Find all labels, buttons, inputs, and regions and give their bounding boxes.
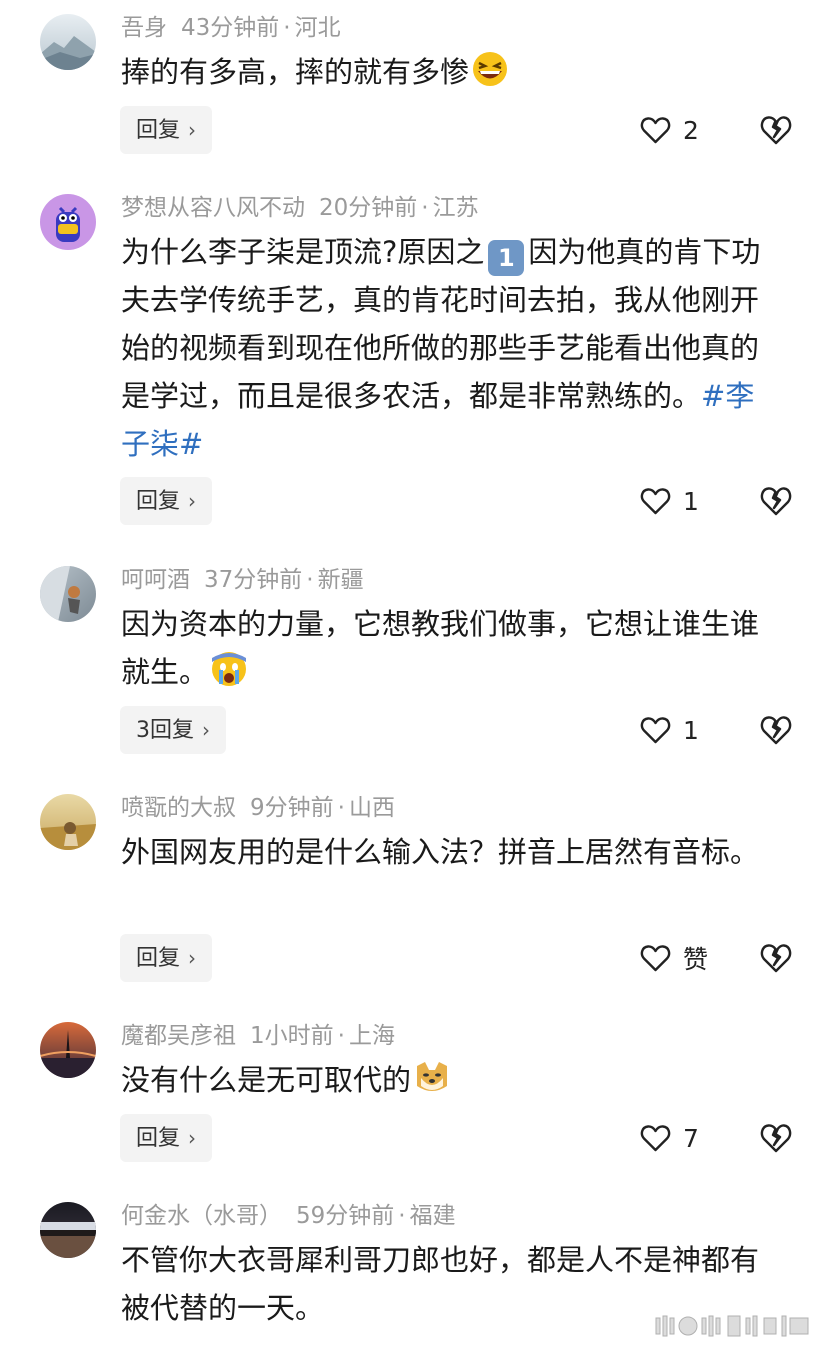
heart-icon (640, 488, 671, 515)
like-button[interactable]: 7 (640, 1114, 699, 1162)
heart-icon (640, 717, 671, 744)
timestamp: 9分钟前 (250, 795, 334, 821)
timestamp: 43分钟前 (181, 15, 280, 41)
broken-heart-icon[interactable] (760, 486, 792, 516)
username[interactable]: 梦想从容八风不动 (121, 195, 305, 221)
separator: · (421, 195, 429, 221)
reply-button[interactable]: 3回复 › (120, 706, 226, 754)
location: 上海 (348, 1023, 395, 1049)
avatar[interactable] (40, 1202, 96, 1258)
like-label: 赞 (683, 945, 709, 974)
reply-label: 回复 (136, 1126, 181, 1151)
chevron-right-icon: › (202, 718, 210, 742)
username[interactable]: 魔都吴彦祖 (121, 1023, 236, 1049)
keycap-one-emoji: 1 (488, 240, 525, 276)
avatar[interactable] (40, 14, 96, 70)
like-button[interactable]: 1 (640, 706, 699, 754)
comment-text: 外国网友用的是什么输入法？拼音上居然有音标。 (121, 828, 781, 876)
comment-body: 外国网友用的是什么输入法？拼音上居然有音标。 (121, 835, 760, 869)
location: 河北 (294, 15, 341, 41)
comment-text: 没有什么是无可取代的 (121, 1056, 781, 1104)
comment-text: 为什么李子柒是顶流?原因之 1 因为他真的肯下功夫去学传统手艺，真的肯花时间去拍，我… (121, 228, 776, 468)
separator: · (398, 1203, 406, 1229)
username[interactable]: 喷翫的大叔 (121, 795, 236, 821)
username[interactable]: 呵呵酒 (121, 567, 190, 593)
comment-meta: 喷翫的大叔 9分钟前 · 山西 (121, 792, 395, 824)
reply-button[interactable]: 回复 › (120, 1114, 213, 1162)
separator: · (337, 1023, 345, 1049)
location: 江苏 (432, 195, 479, 221)
location: 福建 (409, 1203, 456, 1229)
reply-label: 回复 (136, 946, 181, 971)
comment-text: 因为资本的力量，它想教我们做事，它想让谁生谁就生。 (121, 600, 781, 696)
comment-text: 捧的有多高，摔的就有多惨 (121, 48, 781, 96)
broken-heart-icon[interactable] (760, 943, 792, 973)
timestamp: 1小时前 (250, 1023, 334, 1049)
reply-label: 回复 (136, 489, 181, 514)
separator: · (337, 795, 345, 821)
timestamp: 37分钟前 (204, 567, 303, 593)
timestamp: 59分钟前 (296, 1203, 395, 1229)
broken-heart-icon[interactable] (760, 115, 792, 145)
chevron-right-icon: › (188, 1126, 197, 1150)
comment-meta: 魔都吴彦祖 1小时前 · 上海 (121, 1020, 395, 1052)
heart-icon (640, 945, 671, 972)
comment-body: 为什么李子柒是顶流?原因之 (121, 235, 485, 269)
like-count: 2 (683, 115, 699, 145)
comment-meta: 梦想从容八风不动 20分钟前 · 江苏 (121, 192, 479, 224)
reply-button[interactable]: 回复 › (120, 106, 213, 154)
grinning-squint-emoji (473, 52, 508, 86)
comment-item: 喷翫的大叔 9分钟前 · 山西 外国网友用的是什么输入法？拼音上居然有音标。 回复 › … (0, 780, 828, 1002)
comment-body: 没有什么是无可取代的 (121, 1063, 412, 1097)
reply-button[interactable]: 回复 › (120, 477, 213, 525)
like-count: 7 (683, 1123, 699, 1153)
location: 山西 (348, 795, 395, 821)
comment-body: 捧的有多高，摔的就有多惨 (121, 55, 470, 89)
comment-item: 吾身 43分钟前 · 河北 捧的有多高，摔的就有多惨 回复 › 2 (0, 0, 828, 178)
watermark-logo (655, 1315, 809, 1337)
like-button[interactable]: 2 (640, 106, 699, 154)
chevron-right-icon: › (188, 946, 197, 970)
reply-label: 回复 (136, 118, 181, 143)
heart-icon (640, 1125, 671, 1152)
reply-label: 3回复 (136, 718, 194, 743)
chevron-right-icon: › (188, 118, 197, 142)
like-button[interactable]: 1 (640, 477, 699, 525)
username[interactable]: 吾身 (121, 15, 167, 41)
comment-item: 梦想从容八风不动 20分钟前 · 江苏 为什么李子柒是顶流?原因之 1 因为他真的肯下功夫… (0, 180, 828, 550)
comment-item: 呵呵酒 37分钟前 · 新疆 因为资本的力量，它想教我们做事，它想让谁生谁就生。 3回… (0, 552, 828, 772)
chevron-right-icon: › (188, 489, 197, 513)
avatar[interactable] (40, 194, 96, 250)
reply-button[interactable]: 回复 › (120, 934, 213, 982)
broken-heart-icon[interactable] (760, 1123, 792, 1153)
comment-meta: 何金水（水哥） 59分钟前 · 福建 (121, 1200, 456, 1232)
like-count: 1 (683, 715, 699, 745)
doge-emoji (417, 1062, 448, 1091)
username[interactable]: 何金水（水哥） (121, 1203, 282, 1229)
avatar[interactable] (40, 1022, 96, 1078)
location: 新疆 (317, 567, 364, 593)
crying-face-emoji (212, 652, 247, 686)
broken-heart-icon[interactable] (760, 715, 792, 745)
comment-meta: 吾身 43分钟前 · 河北 (121, 12, 341, 44)
heart-icon (640, 117, 671, 144)
comment-meta: 呵呵酒 37分钟前 · 新疆 (121, 564, 364, 596)
avatar[interactable] (40, 794, 96, 850)
timestamp: 20分钟前 (319, 195, 418, 221)
like-button[interactable]: 赞 (640, 934, 708, 982)
comment-item: 魔都吴彦祖 1小时前 · 上海 没有什么是无可取代的 回复 › 7 (0, 1008, 828, 1186)
separator: · (306, 567, 314, 593)
separator: · (283, 15, 291, 41)
avatar[interactable] (40, 566, 96, 622)
like-count: 1 (683, 486, 699, 516)
